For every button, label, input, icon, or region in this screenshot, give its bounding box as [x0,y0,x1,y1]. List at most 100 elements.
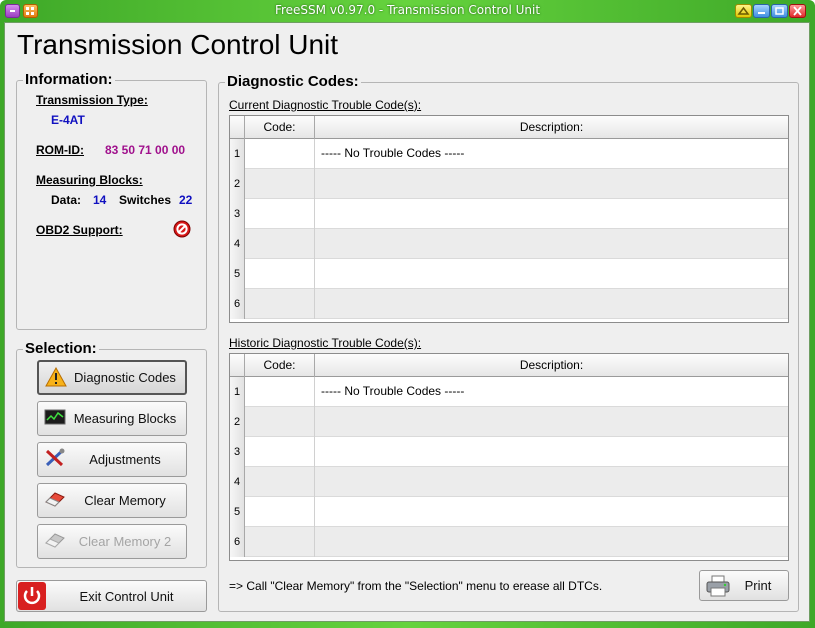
row-number: 1 [230,139,245,169]
table-row[interactable]: 6 [230,527,788,557]
close-icon[interactable] [789,4,806,18]
table-row[interactable]: 4 [230,467,788,497]
corner-header [230,116,245,139]
description-cell [319,407,788,437]
not-supported-icon [173,220,191,238]
description-cell [319,497,788,527]
maximize-icon[interactable] [771,4,788,18]
code-cell [245,527,315,557]
switches-value: 22 [179,193,193,207]
print-label: Print [744,578,772,593]
current-dtc-table[interactable]: Code: Description: 1 ----- No Trouble Cod… [229,115,789,323]
table-row[interactable]: 1 ----- No Trouble Codes ----- [230,139,788,169]
row-number: 6 [230,289,245,319]
rom-id-label: ROM-ID: [36,143,84,157]
row-number: 5 [230,259,245,289]
code-cell [245,467,315,497]
measuring-blocks-label: Measuring Blocks [73,411,177,426]
description-column-header[interactable]: Description: [315,116,788,139]
adjustments-button[interactable]: Adjustments [37,442,187,477]
description-cell [319,199,788,229]
current-table-header: Code: Description: [230,116,788,139]
information-title: Information: [23,71,115,88]
table-row[interactable]: 2 [230,169,788,199]
code-column-header[interactable]: Code: [245,116,315,139]
diagnostic-codes-label: Diagnostic Codes [74,370,176,385]
minimize-icon[interactable] [753,4,770,18]
print-button[interactable]: Print [699,570,789,601]
description-column-header[interactable]: Description: [315,354,788,377]
measuring-blocks-button[interactable]: Measuring Blocks [37,401,187,436]
description-cell [319,229,788,259]
rom-id-value: 83 50 71 00 00 [105,143,186,157]
transmission-type-value: E-4AT [51,113,85,127]
data-value: 14 [93,193,107,207]
row-number: 6 [230,527,245,557]
code-cell [245,169,315,199]
code-cell [245,377,315,407]
transmission-type-label: Transmission Type: [36,93,148,107]
diagnostic-codes-group: Diagnostic Codes: Current Diagnostic Tro… [218,74,799,612]
row-number: 3 [230,437,245,467]
row-number: 4 [230,467,245,497]
switches-label: Switches [119,193,172,207]
page-title: Transmission Control Unit [17,29,339,60]
obd2-support-label: OBD2 Support: [36,223,123,237]
historic-dtc-label: Historic Diagnostic Trouble Code(s): [229,336,422,350]
table-row[interactable]: 5 [230,497,788,527]
description-cell [319,169,788,199]
selection-group: Selection: Diagnostic Codes Measuring Bl… [16,341,207,568]
exit-control-unit-label: Exit Control Unit [79,588,174,604]
description-cell [319,437,788,467]
information-group: Information: Transmission Type: E-4AT RO… [16,72,207,330]
title-bar[interactable]: FreeSSM v0.97.0 - Transmission Control U… [0,0,815,22]
description-cell: ----- No Trouble Codes ----- [321,146,465,160]
window-title: FreeSSM v0.97.0 - Transmission Control U… [274,3,541,17]
description-cell [319,527,788,557]
description-cell: ----- No Trouble Codes ----- [321,384,465,398]
historic-dtc-table[interactable]: Code: Description: 1 ----- No Trouble Cod… [229,353,789,561]
adjustments-label: Adjustments [89,452,161,467]
selection-title: Selection: [23,340,99,357]
row-number: 2 [230,169,245,199]
clear-memory-2-button[interactable]: Clear Memory 2 [37,524,187,559]
code-cell [245,139,315,169]
table-row[interactable]: 2 [230,407,788,437]
table-row[interactable]: 4 [230,229,788,259]
clear-memory-2-label: Clear Memory 2 [78,534,172,549]
app-window: FreeSSM v0.97.0 - Transmission Control U… [0,0,815,628]
row-number: 2 [230,407,245,437]
code-cell [245,289,315,319]
code-cell [245,407,315,437]
measuring-blocks-label: Measuring Blocks: [36,173,143,187]
diagnostic-codes-title: Diagnostic Codes: [225,73,361,90]
code-cell [245,199,315,229]
description-cell [319,289,788,319]
current-dtc-label: Current Diagnostic Trouble Code(s): [229,98,422,112]
clear-memory-label: Clear Memory [84,493,166,508]
shade-icon[interactable] [735,4,752,18]
clear-memory-button[interactable]: Clear Memory [37,483,187,518]
corner-header [230,354,245,377]
diagnostic-codes-button[interactable]: Diagnostic Codes [37,360,187,395]
code-cell [245,497,315,527]
historic-table-header: Code: Description: [230,354,788,377]
table-row[interactable]: 3 [230,199,788,229]
table-row[interactable]: 5 [230,259,788,289]
description-cell [319,467,788,497]
row-number: 4 [230,229,245,259]
data-label: Data: [51,193,82,207]
code-cell [245,437,315,467]
clear-memory-hint: => Call "Clear Memory" from the "Selecti… [229,579,603,593]
row-number: 3 [230,199,245,229]
code-cell [245,229,315,259]
table-row[interactable]: 6 [230,289,788,319]
code-cell [245,259,315,289]
client-area: Transmission Control Unit Information: T… [4,22,810,622]
description-cell [319,259,788,289]
exit-control-unit-button[interactable]: Exit Control Unit [16,580,207,612]
table-row[interactable]: 1 ----- No Trouble Codes ----- [230,377,788,407]
row-number: 1 [230,377,245,407]
table-row[interactable]: 3 [230,437,788,467]
code-column-header[interactable]: Code: [245,354,315,377]
